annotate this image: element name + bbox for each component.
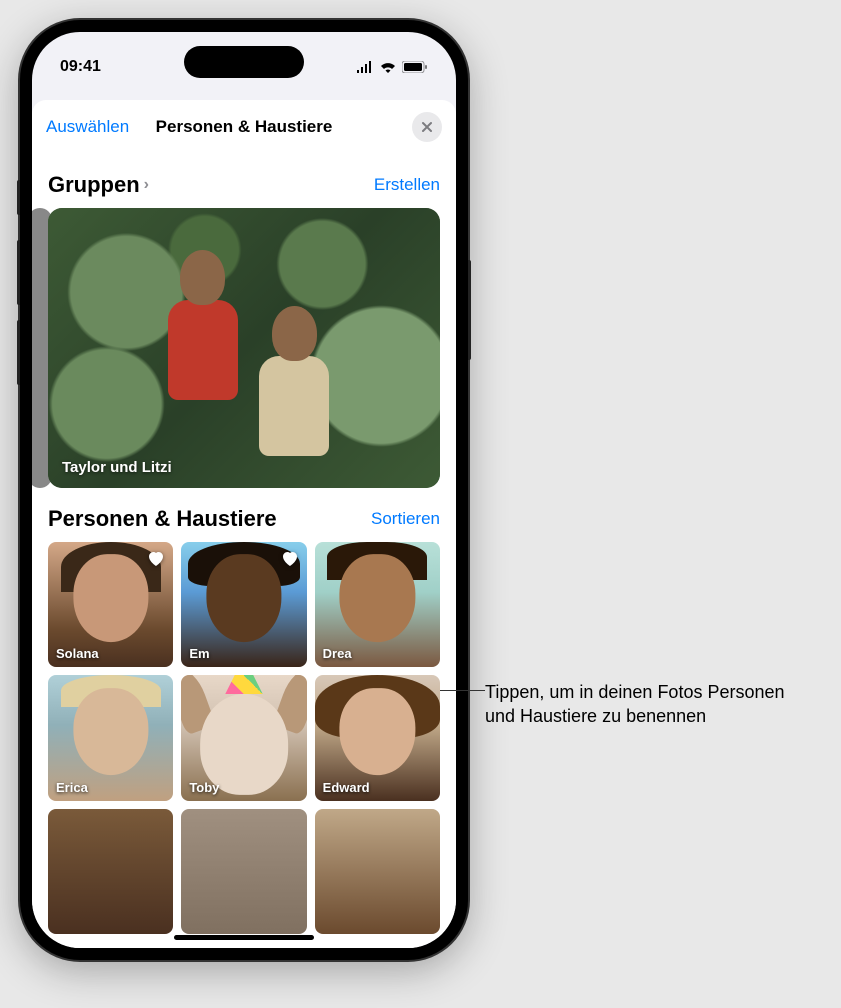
groups-section-header: Gruppen › Erstellen xyxy=(48,172,440,198)
sort-button[interactable]: Sortieren xyxy=(371,509,440,529)
modal-sheet: Auswählen Personen & Haustiere Gruppen ›… xyxy=(32,100,456,948)
favorite-icon xyxy=(145,548,167,570)
close-icon xyxy=(421,121,433,133)
callout-line xyxy=(440,690,485,691)
phone-side-button xyxy=(17,180,20,215)
dynamic-island xyxy=(184,46,304,78)
person-tile-em[interactable]: Em xyxy=(181,542,306,667)
phone-screen: 09:41 Auswählen Personen & Haustiere xyxy=(32,32,456,948)
group-card-label: Taylor und Litzi xyxy=(62,459,172,476)
person-name: Erica xyxy=(56,780,88,795)
person-name: Solana xyxy=(56,646,99,661)
phone-volume-up xyxy=(17,240,20,305)
people-section-header: Personen & Haustiere Sortieren xyxy=(48,506,440,532)
person-name: Toby xyxy=(189,780,219,795)
person-name: Em xyxy=(189,646,209,661)
cellular-signal-icon xyxy=(356,61,374,73)
people-grid: Solana Em Drea xyxy=(48,542,440,934)
phone-volume-down xyxy=(17,320,20,385)
favorite-icon xyxy=(279,548,301,570)
select-button[interactable]: Auswählen xyxy=(46,117,129,137)
phone-power-button xyxy=(468,260,471,360)
create-group-button[interactable]: Erstellen xyxy=(374,175,440,195)
battery-icon xyxy=(402,61,428,73)
close-button[interactable] xyxy=(412,112,442,142)
group-card[interactable]: Taylor und Litzi xyxy=(48,208,440,488)
groups-title[interactable]: Gruppen › xyxy=(48,172,149,198)
nav-bar: Auswählen Personen & Haustiere xyxy=(32,100,456,154)
person-tile[interactable] xyxy=(315,809,440,934)
person-name: Drea xyxy=(323,646,352,661)
person-tile[interactable] xyxy=(181,809,306,934)
groups-title-label: Gruppen xyxy=(48,172,140,198)
people-title: Personen & Haustiere xyxy=(48,506,277,532)
chevron-right-icon: › xyxy=(144,176,149,194)
person-tile[interactable] xyxy=(48,809,173,934)
status-time: 09:41 xyxy=(60,58,101,76)
page-title: Personen & Haustiere xyxy=(156,117,333,137)
callout-text: Tippen, um in deinen Fotos Personen und … xyxy=(485,680,815,729)
person-tile-solana[interactable]: Solana xyxy=(48,542,173,667)
callout-annotation: Tippen, um in deinen Fotos Personen und … xyxy=(485,680,815,729)
person-name: Edward xyxy=(323,780,370,795)
wifi-icon xyxy=(379,61,397,73)
person-tile-erica[interactable]: Erica xyxy=(48,675,173,800)
person-tile-toby[interactable]: Toby xyxy=(181,675,306,800)
home-indicator[interactable] xyxy=(174,935,314,940)
group-image xyxy=(48,208,440,488)
person-tile-drea[interactable]: Drea xyxy=(315,542,440,667)
person-tile-edward[interactable]: Edward xyxy=(315,675,440,800)
phone-frame: 09:41 Auswählen Personen & Haustiere xyxy=(20,20,468,960)
